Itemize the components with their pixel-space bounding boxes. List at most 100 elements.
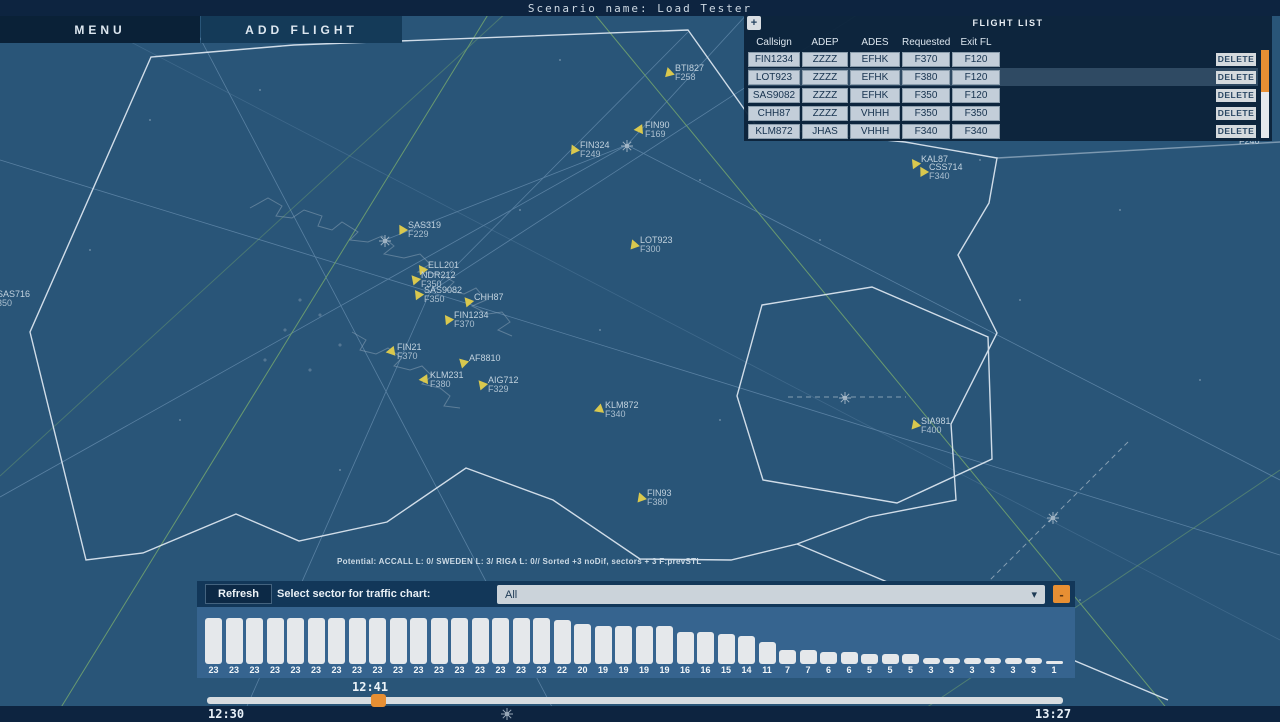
callsign-cell[interactable]: LOT923 <box>748 70 800 85</box>
flight-row[interactable]: SAS9082ZZZZEFHKF350F120 DELETE <box>748 86 1258 104</box>
traffic-bar: 23 <box>349 609 366 676</box>
requested-cell[interactable]: F340 <box>902 124 950 139</box>
delete-flight-button[interactable]: DELETE <box>1216 71 1256 84</box>
traffic-bar: 5 <box>882 609 899 676</box>
traffic-bar: 3 <box>1005 609 1022 676</box>
traffic-bar: 23 <box>410 609 427 676</box>
adep-cell[interactable]: ZZZZ <box>802 88 848 103</box>
bar-rect <box>984 658 1001 664</box>
adep-cell[interactable]: JHAS <box>802 124 848 139</box>
flight-row[interactable]: CHH87ZZZZVHHHF350F350DELETE <box>748 104 1258 122</box>
start-time-label: 12:30 <box>208 707 244 721</box>
end-time-label: 13:27 <box>1035 707 1071 721</box>
add-flight-button[interactable]: ADD FLIGHT <box>201 16 402 43</box>
aircraft-label: KLM231F380 <box>430 371 464 389</box>
bar-rect <box>349 618 366 664</box>
bar-value: 16 <box>700 665 710 676</box>
bar-rect <box>1046 661 1063 664</box>
flight-row[interactable]: LOT923ZZZZEFHKF380F120 DELETE <box>748 68 1258 86</box>
sector-dropdown[interactable]: All ▾ <box>497 585 1045 604</box>
flight-row[interactable]: FIN1234ZZZZEFHKF370F120 DELETE <box>748 50 1258 68</box>
requested-cell[interactable]: F350 <box>902 88 950 103</box>
time-slider-handle[interactable] <box>371 694 386 707</box>
traffic-bar: 23 <box>533 609 550 676</box>
collapse-chart-button[interactable]: - <box>1053 585 1070 603</box>
delete-flight-button[interactable]: DELETE <box>1216 107 1256 120</box>
bar-value: 23 <box>229 665 239 676</box>
aircraft-label: AF8810 <box>469 354 501 363</box>
exitfl-cell[interactable]: F120 <box>952 70 1000 85</box>
traffic-bar: 7 <box>779 609 796 676</box>
bar-value: 23 <box>372 665 382 676</box>
scrollbar-thumb[interactable] <box>1261 50 1269 92</box>
traffic-bar: 6 <box>820 609 837 676</box>
bar-rect <box>779 650 796 664</box>
aircraft-label: KLM872F340 <box>605 401 639 419</box>
bar-rect <box>492 618 509 664</box>
column-header: Requested <box>902 37 950 48</box>
bar-rect <box>287 618 304 664</box>
bar-value: 23 <box>536 665 546 676</box>
adep-cell[interactable]: ZZZZ <box>802 106 848 121</box>
ades-cell[interactable]: VHHH <box>850 106 900 121</box>
traffic-bar: 16 <box>697 609 714 676</box>
requested-cell[interactable]: F350 <box>902 106 950 121</box>
traffic-bar: 23 <box>205 609 222 676</box>
traffic-bar: 14 <box>738 609 755 676</box>
traffic-chart-panel: Refresh Select sector for traffic chart:… <box>197 581 1075 678</box>
traffic-bar: 3 <box>984 609 1001 676</box>
bar-rect <box>1005 658 1022 664</box>
scenario-title: Scenario name: Load Tester <box>528 2 752 15</box>
aircraft-label: ELL201 <box>428 261 459 270</box>
traffic-bar: 3 <box>923 609 940 676</box>
traffic-bar: 6 <box>841 609 858 676</box>
flight-list-titlebar: + FLIGHT LIST <box>744 13 1272 33</box>
traffic-bar: 3 <box>943 609 960 676</box>
bar-rect <box>328 618 345 664</box>
traffic-bar: 19 <box>615 609 632 676</box>
traffic-bar: 23 <box>513 609 530 676</box>
traffic-bar: 23 <box>308 609 325 676</box>
flight-list-headers: CallsignADEPADESRequestedExit FL <box>744 34 1272 50</box>
time-slider-track[interactable] <box>207 697 1063 704</box>
refresh-button[interactable]: Refresh <box>205 584 272 604</box>
bar-value: 3 <box>928 665 933 676</box>
adep-cell[interactable]: ZZZZ <box>802 52 848 67</box>
add-row-button[interactable]: + <box>747 16 761 30</box>
ades-cell[interactable]: EFHK <box>850 52 900 67</box>
delete-flight-button[interactable]: DELETE <box>1216 53 1256 66</box>
bar-rect <box>431 618 448 664</box>
exitfl-cell[interactable]: F350 <box>952 106 1000 121</box>
potential-status-line: Potential: ACCALL L: 0/ SWEDEN L: 3/ RIG… <box>337 557 702 566</box>
callsign-cell[interactable]: KLM872 <box>748 124 800 139</box>
bar-value: 23 <box>393 665 403 676</box>
traffic-bar: 22 <box>554 609 571 676</box>
traffic-bar: 3 <box>964 609 981 676</box>
callsign-cell[interactable]: CHH87 <box>748 106 800 121</box>
exitfl-cell[interactable]: F120 <box>952 52 1000 67</box>
aircraft-label: AIG712F329 <box>488 376 519 394</box>
bar-rect <box>718 634 735 664</box>
exitfl-cell[interactable]: F340 <box>952 124 1000 139</box>
flight-list-scrollbar[interactable] <box>1261 50 1269 138</box>
ades-cell[interactable]: EFHK <box>850 88 900 103</box>
requested-cell[interactable]: F370 <box>902 52 950 67</box>
menu-button[interactable]: MENU <box>0 16 200 43</box>
ades-cell[interactable]: VHHH <box>850 124 900 139</box>
callsign-cell[interactable]: FIN1234 <box>748 52 800 67</box>
bar-value: 3 <box>969 665 974 676</box>
flight-row[interactable]: KLM872JHASVHHHF340F340DELETE <box>748 122 1258 140</box>
traffic-chart-area: 2323232323232323232323232323232323222019… <box>197 607 1075 678</box>
adep-cell[interactable]: ZZZZ <box>802 70 848 85</box>
ades-cell[interactable]: EFHK <box>850 70 900 85</box>
delete-flight-button[interactable]: DELETE <box>1216 125 1256 138</box>
column-header: ADEP <box>802 37 848 48</box>
delete-flight-button[interactable]: DELETE <box>1216 89 1256 102</box>
bar-value: 23 <box>413 665 423 676</box>
traffic-bar: 19 <box>636 609 653 676</box>
aircraft-icon <box>592 403 604 415</box>
requested-cell[interactable]: F380 <box>902 70 950 85</box>
callsign-cell[interactable]: SAS9082 <box>748 88 800 103</box>
exitfl-cell[interactable]: F120 <box>952 88 1000 103</box>
aircraft-icon <box>475 377 488 390</box>
